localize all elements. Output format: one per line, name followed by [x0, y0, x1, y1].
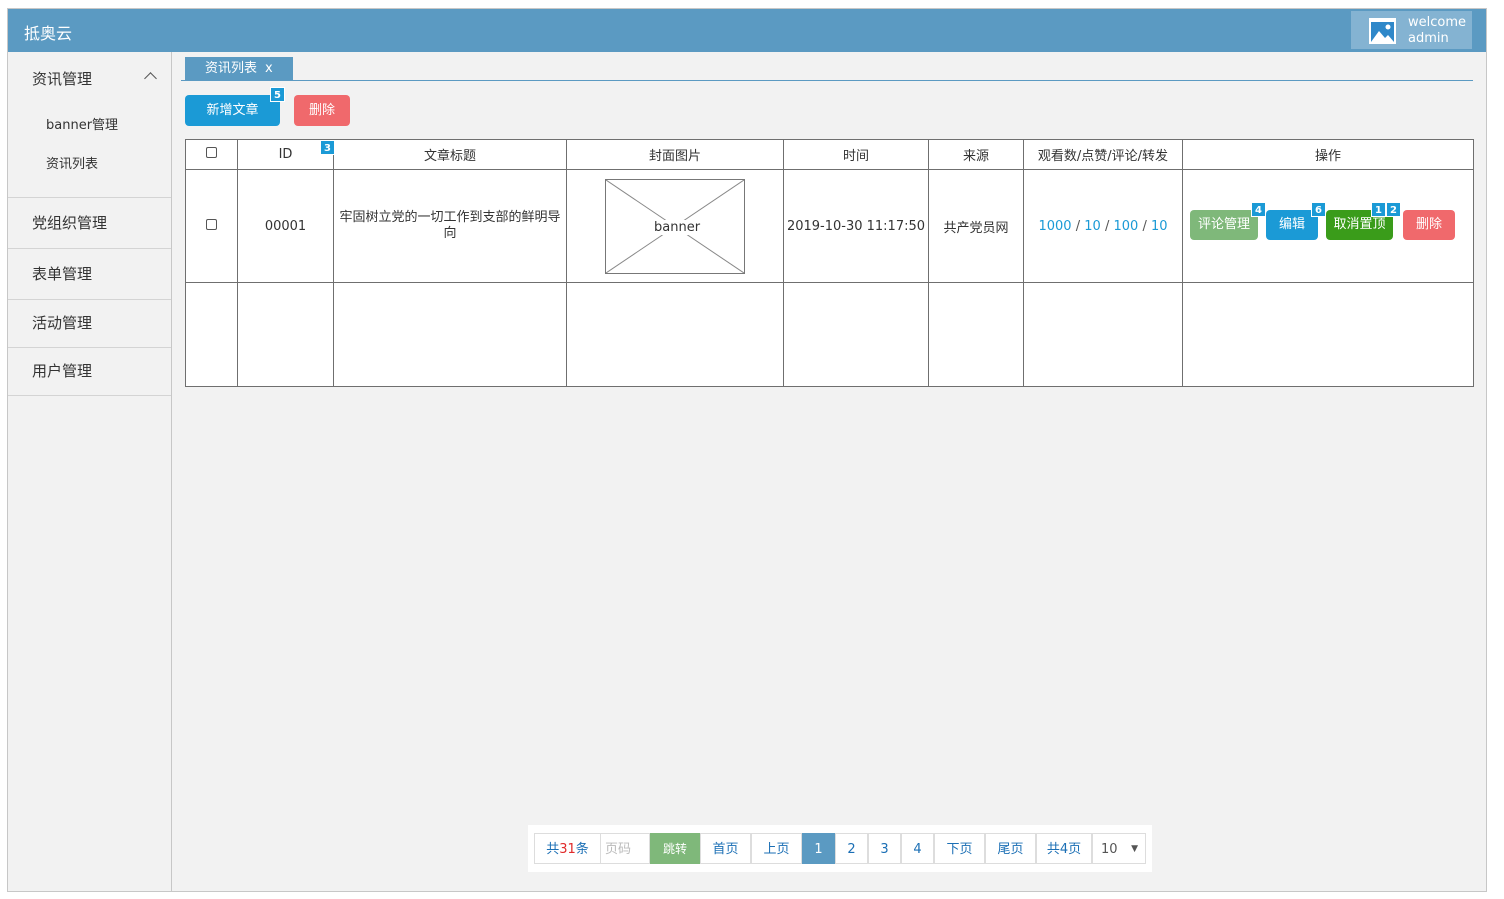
badge: 2: [1386, 202, 1401, 217]
user-menu[interactable]: welcome admin: [1351, 11, 1472, 49]
menu-label: 资讯管理: [32, 70, 93, 88]
dropdown-arrow-icon: ▼: [1131, 844, 1138, 854]
main-content: 资讯列表 x 新增文章 5 删除 ID 3 文章标题 封面图片 时间 来源 观看数/…: [173, 52, 1486, 891]
select-all-checkbox[interactable]: [206, 147, 217, 158]
menu-activity-management[interactable]: 活动管理: [8, 300, 171, 347]
tab-close-icon[interactable]: x: [265, 61, 273, 76]
header-id: ID 3: [237, 139, 335, 170]
row-checkbox[interactable]: [206, 218, 217, 230]
page-4-button[interactable]: 4: [901, 833, 934, 864]
menu-group-party: 党组织管理: [8, 198, 171, 249]
total-suffix: 条: [575, 842, 589, 857]
page-1-button[interactable]: 1: [802, 833, 835, 864]
empty-cell: [566, 282, 784, 387]
table-row-empty: [185, 282, 1474, 387]
badge: 4: [1251, 202, 1266, 217]
prev-page-button[interactable]: 上页: [751, 833, 802, 864]
next-page-button[interactable]: 下页: [934, 833, 985, 864]
row-time: 2019-10-30 11:17:50: [783, 169, 929, 283]
menu-item-news-list[interactable]: 资讯列表: [8, 145, 171, 184]
total-number: 31: [559, 842, 576, 857]
menu-item-banner[interactable]: banner管理: [8, 106, 171, 145]
badge: 6: [1311, 202, 1326, 217]
header-time: 时间: [783, 139, 929, 170]
empty-cell: [783, 282, 929, 387]
news-table: ID 3 文章标题 封面图片 时间 来源 观看数/点赞/评论/转发 操作 0000…: [185, 139, 1474, 387]
cover-image-placeholder: banner: [605, 178, 745, 274]
avatar-image-icon: [1369, 18, 1396, 44]
comment-manage-button[interactable]: 评论管理: [1190, 210, 1258, 240]
likes-link[interactable]: 10: [1084, 219, 1101, 234]
empty-cell: [928, 282, 1024, 387]
separator: /: [1104, 218, 1110, 234]
row-stats: 1000 / 10 / 100 / 10: [1023, 169, 1183, 283]
select-all-header: [185, 139, 238, 170]
row-actions-cell: 评论管理 4 编辑 6 取消置顶 1 2 删除: [1182, 169, 1474, 283]
header-id-label: ID: [278, 147, 293, 162]
last-page-button[interactable]: 尾页: [985, 833, 1036, 864]
total-prefix: 共: [546, 842, 560, 857]
username: admin: [1408, 31, 1449, 46]
add-article-button[interactable]: 新增文章: [185, 95, 280, 126]
page-number-input[interactable]: 页码: [600, 833, 650, 864]
separator: /: [1142, 218, 1147, 234]
separator: /: [1075, 218, 1081, 234]
header-cover: 封面图片: [566, 139, 784, 170]
menu-party-management[interactable]: 党组织管理: [8, 198, 171, 248]
row-cover-cell: banner: [566, 169, 784, 283]
empty-cell: [333, 282, 567, 387]
row-source: 共产党员网: [928, 169, 1024, 283]
empty-cell: [1023, 282, 1183, 387]
menu-form-management[interactable]: 表单管理: [8, 249, 171, 299]
welcome-text: welcome: [1408, 15, 1467, 30]
delete-button[interactable]: 删除: [294, 95, 350, 126]
shares-link[interactable]: 10: [1151, 219, 1168, 234]
cover-label: banner: [651, 219, 704, 235]
top-bar: 抵奥云 welcome admin: [8, 9, 1486, 52]
tab-news-list[interactable]: 资讯列表 x: [185, 57, 293, 81]
row-title: 牢固树立党的一切工作到支部的鲜明导向: [333, 169, 567, 283]
first-page-button[interactable]: 首页: [700, 833, 751, 864]
page-size-value: 10: [1101, 842, 1118, 857]
row-select-cell: [185, 169, 238, 283]
app-title: 抵奥云: [24, 24, 73, 43]
menu-group-forms: 表单管理: [8, 249, 171, 300]
table-row: 00001 牢固树立党的一切工作到支部的鲜明导向 banner 2019-10-…: [185, 169, 1474, 283]
empty-cell: [1182, 282, 1474, 387]
pagination: 共31条 页码 跳转 首页 上页 1 2 3 4 下页 尾页 共4页 10 ▼: [528, 825, 1152, 872]
header-stats: 观看数/点赞/评论/转发: [1023, 139, 1183, 170]
tab-bar: 资讯列表 x: [181, 57, 1473, 81]
total-count: 共31条: [534, 833, 601, 864]
menu-user-management[interactable]: 用户管理: [8, 348, 171, 395]
table-header-row: ID 3 文章标题 封面图片 时间 来源 观看数/点赞/评论/转发 操作: [185, 139, 1474, 170]
menu-group-news: 资讯管理 banner管理 资讯列表: [8, 52, 171, 198]
menu-group-users: 用户管理: [8, 348, 171, 396]
tab-label: 资讯列表: [205, 61, 258, 76]
menu-group-activity: 活动管理: [8, 300, 171, 348]
views-link[interactable]: 1000: [1038, 219, 1071, 234]
header-title: 文章标题: [333, 139, 567, 170]
jump-button[interactable]: 跳转: [650, 833, 700, 864]
page-3-button[interactable]: 3: [868, 833, 901, 864]
comments-link[interactable]: 100: [1113, 219, 1138, 234]
header-source: 来源: [928, 139, 1024, 170]
empty-cell: [185, 282, 238, 387]
app-frame: 抵奥云 welcome admin 资讯管理 banner管理 资讯列表 党组织…: [7, 8, 1487, 892]
total-pages: 共4页: [1036, 833, 1092, 864]
chevron-up-icon: [144, 72, 157, 85]
badge: 5: [270, 87, 285, 102]
row-id: 00001: [237, 169, 334, 283]
badge: 1: [1371, 202, 1386, 217]
empty-cell: [237, 282, 334, 387]
row-delete-button[interactable]: 删除: [1403, 210, 1455, 240]
badge: 3: [320, 140, 335, 155]
header-actions: 操作: [1182, 139, 1474, 170]
page-2-button[interactable]: 2: [835, 833, 868, 864]
menu-news-management[interactable]: 资讯管理: [8, 52, 171, 106]
sidebar: 资讯管理 banner管理 资讯列表 党组织管理 表单管理 活动管理 用户管理: [8, 52, 172, 891]
page-size-select[interactable]: 10 ▼: [1092, 833, 1146, 864]
